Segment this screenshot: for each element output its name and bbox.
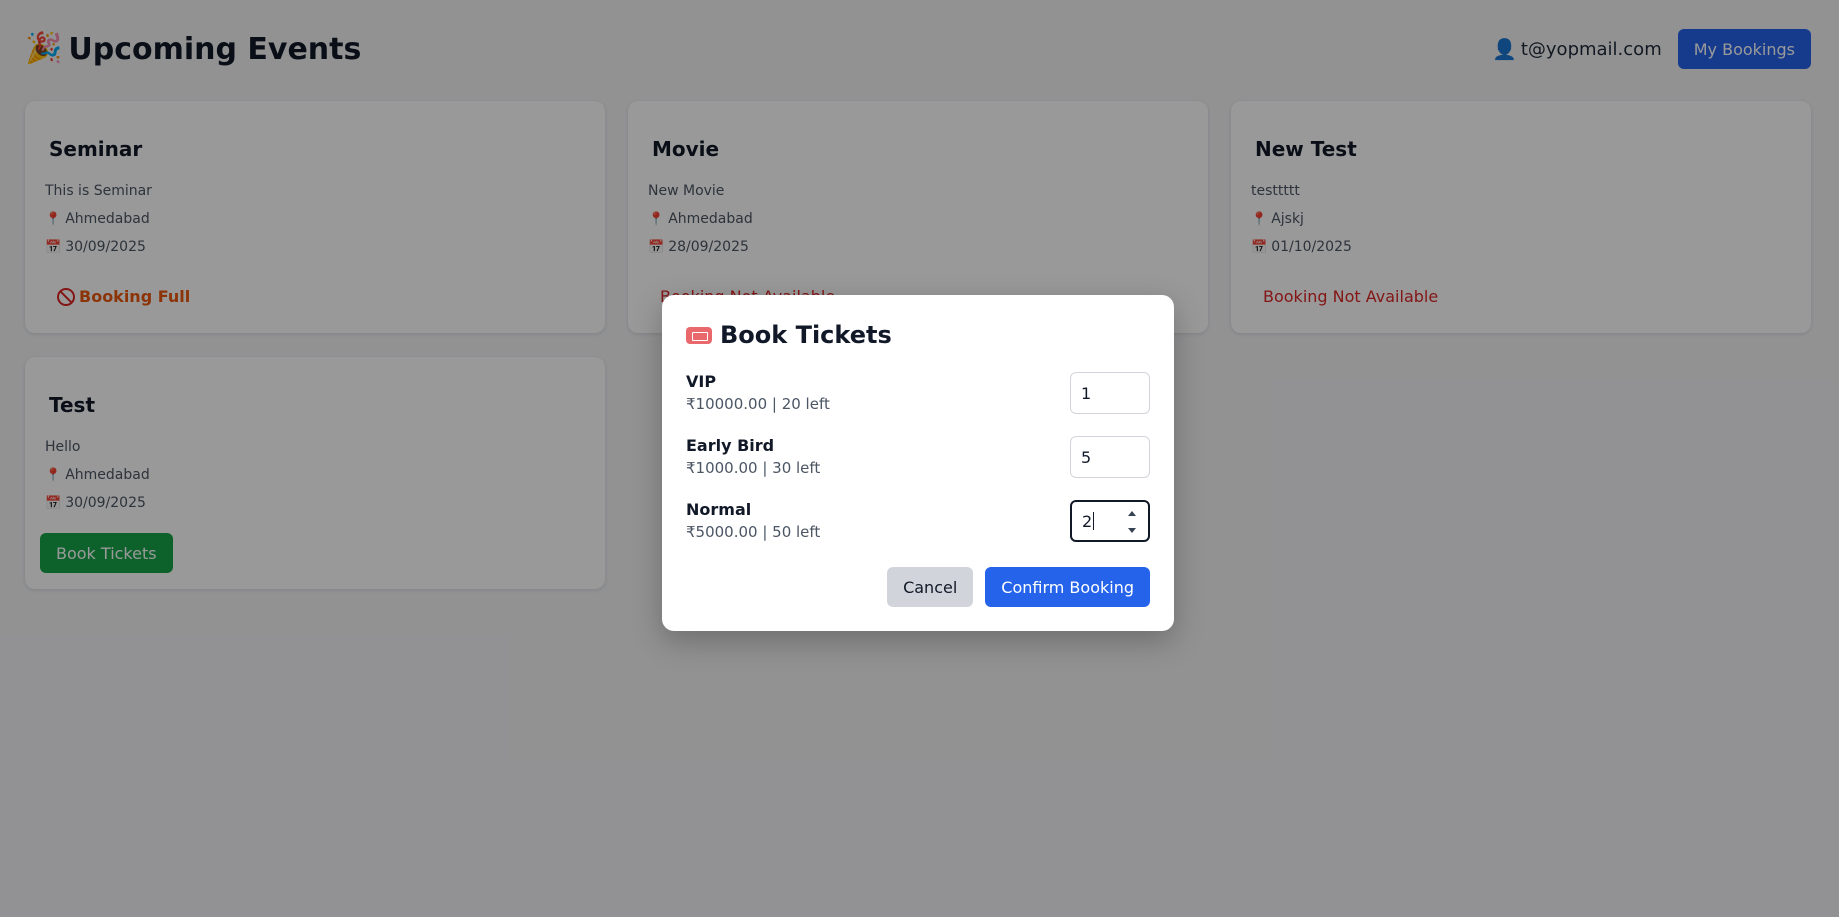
ticket-info: VIP ₹10000.00 | 20 left bbox=[686, 371, 830, 415]
decrement-arrow-icon[interactable] bbox=[1128, 528, 1136, 533]
modal-actions: Cancel Confirm Booking bbox=[887, 567, 1150, 607]
ticket-price-availability: ₹10000.00 | 20 left bbox=[686, 395, 830, 413]
ticket-row-normal: Normal ₹5000.00 | 50 left 2 bbox=[686, 497, 1150, 545]
ticket-name: Normal bbox=[686, 500, 752, 519]
confirm-booking-button[interactable]: Confirm Booking bbox=[985, 567, 1150, 607]
quantity-input-normal[interactable]: 2 bbox=[1070, 500, 1150, 542]
ticket-row-vip: VIP ₹10000.00 | 20 left 1 bbox=[686, 369, 1150, 417]
quantity-value: 1 bbox=[1081, 383, 1092, 403]
modal-title: Book Tickets bbox=[686, 319, 1150, 351]
ticket-price-availability: ₹5000.00 | 50 left bbox=[686, 523, 821, 541]
text-caret bbox=[1093, 512, 1095, 530]
quantity-value: 2 bbox=[1082, 511, 1093, 531]
cancel-button[interactable]: Cancel bbox=[887, 567, 974, 607]
ticket-name: Early Bird bbox=[686, 436, 775, 455]
quantity-input-early-bird[interactable]: 5 bbox=[1070, 436, 1150, 478]
ticket-row-early-bird: Early Bird ₹1000.00 | 30 left 5 bbox=[686, 433, 1150, 481]
quantity-input-vip[interactable]: 1 bbox=[1070, 372, 1150, 414]
ticket-name: VIP bbox=[686, 372, 717, 391]
ticket-icon bbox=[686, 326, 712, 344]
increment-arrow-icon[interactable] bbox=[1128, 511, 1136, 516]
quantity-value: 5 bbox=[1081, 447, 1092, 467]
modal-title-text: Book Tickets bbox=[720, 321, 892, 349]
events-page: 🎉 Upcoming Events 👤 t@yopmail.com My Boo… bbox=[0, 0, 1839, 917]
quantity-stepper[interactable] bbox=[1128, 511, 1138, 533]
ticket-price-availability: ₹1000.00 | 30 left bbox=[686, 459, 821, 477]
ticket-info: Normal ₹5000.00 | 50 left bbox=[686, 499, 820, 543]
ticket-info: Early Bird ₹1000.00 | 30 left bbox=[686, 435, 820, 479]
book-tickets-modal: Book Tickets VIP ₹10000.00 | 20 left 1 E… bbox=[662, 295, 1174, 631]
